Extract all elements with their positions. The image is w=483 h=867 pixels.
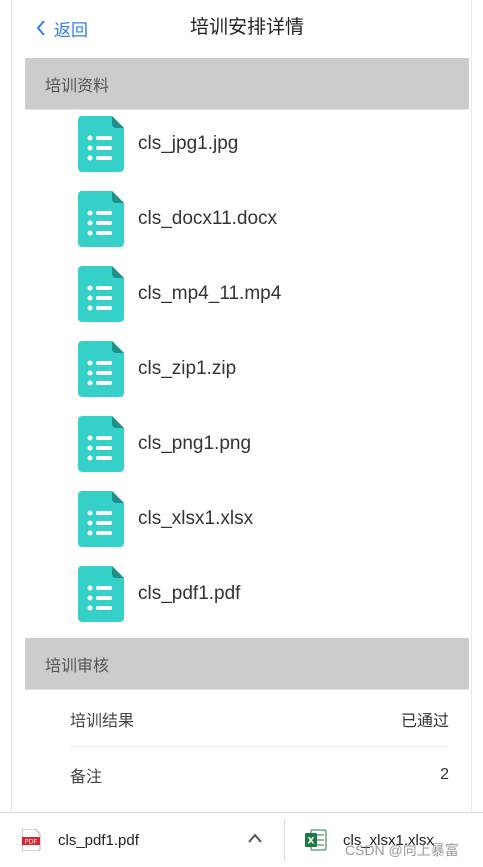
file-item[interactable]: cls_mp4_11.mp4 (78, 266, 458, 322)
document-icon (78, 116, 124, 172)
file-item[interactable]: cls_pdf1.pdf (78, 566, 458, 622)
document-icon (78, 341, 124, 397)
app-window: 返回 培训安排详情 培训资料 cls_jpg1.jpg cls_docx11.d… (0, 0, 483, 867)
file-name: cls_jpg1.jpg (138, 133, 239, 154)
excel-file-icon: X (305, 829, 327, 851)
file-name: cls_docx11.docx (138, 208, 278, 229)
document-icon (78, 191, 124, 247)
file-item[interactable]: cls_docx11.docx (78, 191, 458, 247)
file-name: cls_zip1.zip (138, 358, 237, 379)
document-icon (78, 266, 124, 322)
file-item[interactable]: cls_jpg1.jpg (78, 116, 458, 172)
svg-text:PDF: PDF (25, 838, 38, 846)
file-item[interactable]: cls_png1.png (78, 416, 458, 472)
download-filename: cls_pdf1.pdf (58, 831, 139, 849)
document-icon (78, 566, 124, 622)
remark-label: 备注 (70, 769, 103, 786)
file-item[interactable]: cls_xlsx1.xlsx (78, 491, 458, 547)
chevron-up-icon[interactable] (248, 833, 262, 843)
result-label: 培训结果 (70, 713, 135, 730)
section-header-materials: 培训资料 (25, 58, 469, 110)
section-title-review: 培训审核 (45, 657, 110, 675)
file-name: cls_png1.png (138, 433, 252, 454)
file-name: cls_mp4_11.mp4 (138, 283, 282, 304)
section-title-materials: 培训资料 (45, 77, 110, 95)
frame-right-border (471, 0, 472, 812)
result-value: 已通过 (400, 713, 449, 730)
pdf-file-icon: PDF (22, 829, 41, 851)
section-header-review: 培训审核 (25, 638, 469, 690)
remark-value: 2 (440, 766, 449, 783)
download-item-pdf[interactable]: PDF cls_pdf1.pdf (22, 813, 139, 867)
file-item[interactable]: cls_zip1.zip (78, 341, 458, 397)
file-name: cls_pdf1.pdf (138, 583, 241, 604)
page-title: 培训安排详情 (189, 17, 304, 38)
watermark: CSDN @向上暴富 (345, 842, 459, 858)
file-name: cls_xlsx1.xlsx (138, 508, 254, 529)
document-icon (78, 416, 124, 472)
svg-text:X: X (308, 837, 315, 847)
review-remark-row: 备注 2 (70, 748, 449, 802)
review-result-row: 培训结果 已通过 (70, 692, 449, 746)
row-divider (70, 746, 449, 747)
frame-left-border (11, 0, 12, 812)
download-separator (284, 819, 285, 861)
nav-header: 返回 培训安排详情 (24, 8, 470, 48)
document-icon (78, 491, 124, 547)
